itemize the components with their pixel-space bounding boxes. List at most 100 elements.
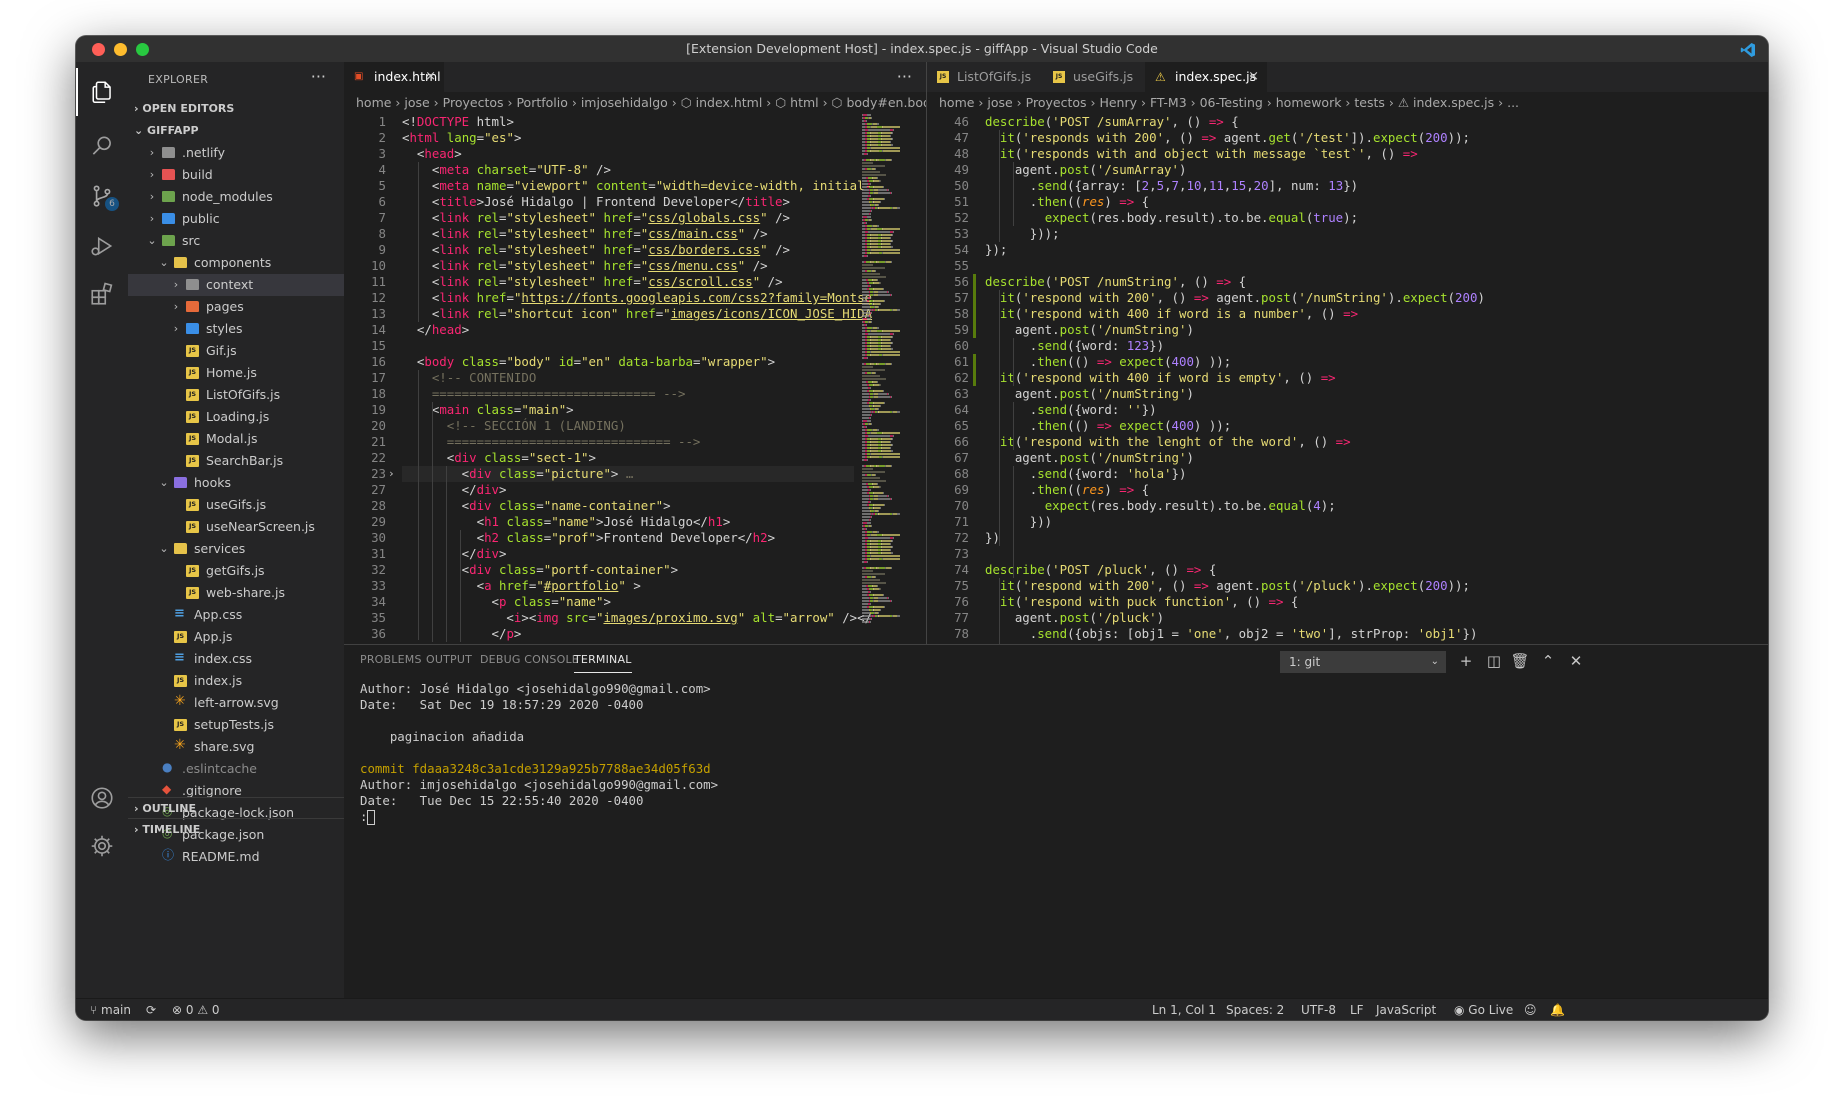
file-item[interactable]: JS Home.js: [128, 362, 344, 384]
file-item[interactable]: JS setupTests.js: [128, 714, 344, 736]
manage-gear-icon[interactable]: [76, 822, 128, 870]
folder-item[interactable]: › public: [128, 208, 344, 230]
code-token: =: [775, 610, 783, 625]
file-item[interactable]: JS web-share.js: [128, 582, 344, 604]
file-item[interactable]: JS ListOfGifs.js: [128, 384, 344, 406]
folder-item[interactable]: › build: [128, 164, 344, 186]
code-token: css/borders.css: [648, 242, 761, 257]
fold-chevron-icon[interactable]: ›: [388, 466, 400, 482]
minimap-mark: [877, 597, 887, 599]
language-mode[interactable]: JavaScript: [1376, 999, 1436, 1020]
timeline-section[interactable]: › TIMELINE: [128, 818, 344, 840]
file-item[interactable]: ≡ index.css: [128, 648, 344, 670]
chevron-right-icon: ›: [173, 278, 179, 291]
accounts-icon[interactable]: [76, 774, 128, 822]
branch-status[interactable]: ⑂ main: [90, 999, 131, 1020]
end-of-line[interactable]: LF: [1350, 999, 1364, 1020]
folder-item[interactable]: ⌄ hooks: [128, 472, 344, 494]
run-debug-icon[interactable]: [76, 222, 128, 270]
terminal-prompt[interactable]: :: [360, 809, 718, 825]
code-token: post: [1059, 162, 1090, 177]
file-item[interactable]: JS Loading.js: [128, 406, 344, 428]
folder-item[interactable]: › node_modules: [128, 186, 344, 208]
go-live[interactable]: ◉ Go Live: [1454, 999, 1513, 1020]
folder-item[interactable]: › styles: [128, 318, 344, 340]
folder-item[interactable]: › pages: [128, 296, 344, 318]
tab-problems[interactable]: PROBLEMS: [360, 653, 422, 673]
sync-icon[interactable]: ⟳: [146, 999, 156, 1020]
terminal-select[interactable]: 1: git ⌄: [1280, 651, 1446, 673]
folder-item[interactable]: › context: [128, 274, 344, 296]
close-tab-icon[interactable]: ×: [425, 62, 436, 92]
project-section[interactable]: ⌄ GIFFAPP: [128, 120, 344, 142]
code-token: html>: [469, 114, 514, 129]
minimap-mark: [881, 246, 891, 248]
outline-section[interactable]: › OUTLINE: [128, 797, 344, 819]
code-view[interactable]: 46 describe('POST /sumArray', () => {47 i…: [927, 114, 1768, 644]
close-window-button[interactable]: [92, 43, 105, 56]
file-item[interactable]: JS useNearScreen.js: [128, 516, 344, 538]
breadcrumb[interactable]: home › jose › Proyectos › Henry › FT-M3 …: [927, 92, 1768, 114]
bell-icon[interactable]: 🔔: [1550, 999, 1565, 1020]
folder-item[interactable]: ⌄ src: [128, 230, 344, 252]
feedback-icon[interactable]: ☺: [1524, 999, 1537, 1020]
code-line: agent.post('/sumArray'): [985, 162, 1187, 178]
source-control-icon[interactable]: 6: [76, 172, 128, 220]
file-item[interactable]: ● .eslintcache: [128, 758, 344, 780]
extensions-icon[interactable]: [76, 270, 128, 318]
tab-usegifs-js[interactable]: JS useGifs.js: [1043, 62, 1145, 92]
tab-listofgifs-js[interactable]: JS ListOfGifs.js: [927, 62, 1043, 92]
file-item[interactable]: ✳ share.svg: [128, 736, 344, 758]
split-terminal-icon[interactable]: ◫: [1484, 651, 1504, 671]
tab-debug-console[interactable]: DEBUG CONSOLE: [480, 653, 579, 673]
minimap-mark: [891, 546, 894, 548]
minimap[interactable]: [862, 114, 916, 644]
file-item[interactable]: JS Gif.js: [128, 340, 344, 362]
file-item[interactable]: ≡ App.css: [128, 604, 344, 626]
code-line: <html lang="es">: [402, 130, 521, 146]
folder-item[interactable]: › .netlify: [128, 142, 344, 164]
code-token: 5: [1156, 178, 1165, 193]
close-tab-icon[interactable]: ×: [1248, 62, 1259, 92]
file-item[interactable]: JS index.js: [128, 670, 344, 692]
tab-terminal[interactable]: TERMINAL: [574, 653, 632, 673]
indentation[interactable]: Spaces: 2: [1226, 999, 1284, 1020]
terminal-output[interactable]: Author: José Hidalgo <josehidalgo990@gma…: [360, 681, 718, 825]
explorer-icon[interactable]: [76, 68, 128, 116]
code-token: />: [745, 258, 768, 273]
file-item[interactable]: JS getGifs.js: [128, 560, 344, 582]
file-item[interactable]: JS SearchBar.js: [128, 450, 344, 472]
code-view[interactable]: 1 <!DOCTYPE html> 2 <html lang="es"> 3 <head…: [344, 114, 926, 644]
encoding[interactable]: UTF-8: [1301, 999, 1336, 1020]
new-terminal-icon[interactable]: +: [1456, 651, 1476, 671]
file-item[interactable]: ⓘ README.md: [128, 846, 344, 868]
file-item[interactable]: ✳ left-arrow.svg: [128, 692, 344, 714]
search-icon[interactable]: [76, 122, 128, 170]
code-token: =>: [1096, 354, 1112, 369]
code-token: post: [1059, 450, 1090, 465]
breadcrumb[interactable]: home › jose › Proyectos › Portfolio › im…: [344, 92, 926, 114]
tab-index-spec-js[interactable]: ⚠ index.spec.js ×: [1145, 62, 1267, 92]
code-token: agent.: [985, 162, 1060, 177]
editor-more-actions[interactable]: ···: [897, 62, 912, 92]
minimap-mark: [871, 555, 900, 557]
trash-icon[interactable]: 🗑: [1510, 651, 1530, 671]
file-item[interactable]: JS useGifs.js: [128, 494, 344, 516]
tree-item-label: public: [182, 211, 220, 226]
open-editors-section[interactable]: › OPEN EDITORS: [128, 98, 344, 120]
explorer-more-actions[interactable]: ···: [311, 62, 326, 92]
maximize-window-button[interactable]: [136, 43, 149, 56]
file-item[interactable]: JS App.js: [128, 626, 344, 648]
code-token: "main": [521, 402, 567, 417]
problems-status[interactable]: ⊗ 0 ⚠ 0: [172, 999, 220, 1020]
file-item[interactable]: JS Modal.js: [128, 428, 344, 450]
tab-index-html[interactable]: ▣ index.html ×: [344, 62, 444, 92]
close-panel-icon[interactable]: ✕: [1566, 651, 1586, 671]
folder-item[interactable]: ⌄ services: [128, 538, 344, 560]
cursor-position[interactable]: Ln 1, Col 1: [1152, 999, 1216, 1020]
tab-output[interactable]: OUTPUT: [426, 653, 472, 673]
folder-item[interactable]: ⌄ components: [128, 252, 344, 274]
minimize-window-button[interactable]: [114, 43, 127, 56]
tree-item-label: Modal.js: [206, 431, 258, 446]
maximize-panel-icon[interactable]: ⌃: [1538, 651, 1558, 671]
